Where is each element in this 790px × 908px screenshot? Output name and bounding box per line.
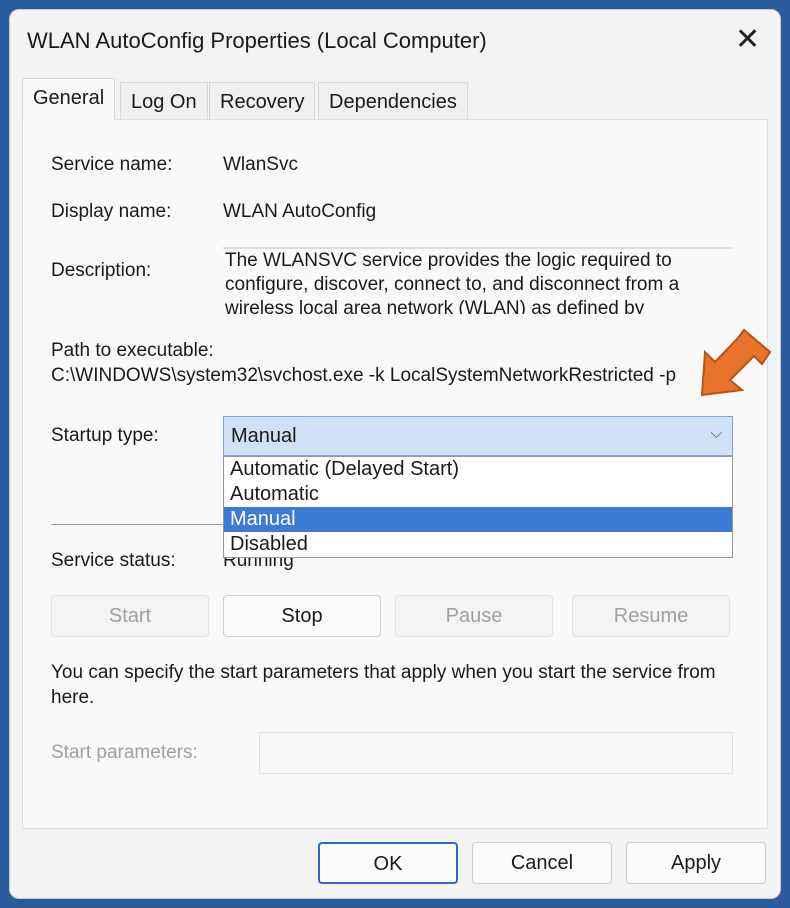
- option-automatic[interactable]: Automatic: [224, 482, 732, 507]
- startup-type-dropdown: Automatic (Delayed Start) Automatic Manu…: [223, 456, 733, 558]
- tab-general[interactable]: General: [22, 78, 115, 120]
- annotation-arrows: [0, 0, 790, 908]
- option-disabled[interactable]: Disabled: [224, 532, 732, 557]
- option-automatic-delayed[interactable]: Automatic (Delayed Start): [224, 457, 732, 482]
- option-manual[interactable]: Manual: [224, 507, 732, 532]
- arrow-pointer-icon: [702, 330, 770, 395]
